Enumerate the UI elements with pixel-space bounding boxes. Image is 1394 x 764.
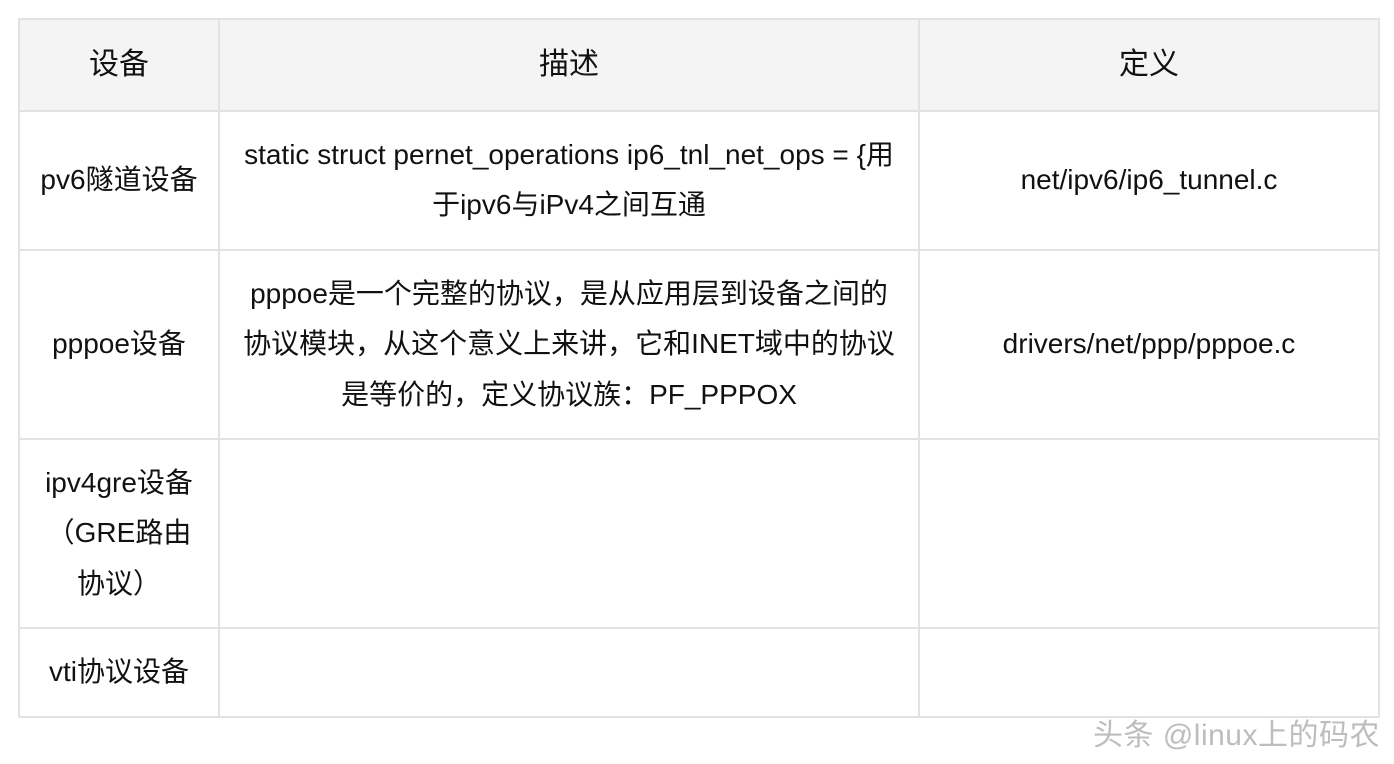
cell-description: pppoe是一个完整的协议，是从应用层到设备之间的协议模块，从这个意义上来讲，它… (219, 250, 919, 439)
cell-definition (919, 439, 1379, 628)
table-row: vti协议设备 (19, 628, 1379, 716)
header-definition: 定义 (919, 19, 1379, 111)
cell-device: pv6隧道设备 (19, 111, 219, 250)
cell-definition (919, 628, 1379, 716)
cell-definition: net/ipv6/ip6_tunnel.c (919, 111, 1379, 250)
cell-device: ipv4gre设备（GRE路由协议） (19, 439, 219, 628)
device-table: 设备 描述 定义 pv6隧道设备 static struct pernet_op… (18, 18, 1380, 718)
cell-definition: drivers/net/ppp/pppoe.c (919, 250, 1379, 439)
cell-device: pppoe设备 (19, 250, 219, 439)
table-row: pppoe设备 pppoe是一个完整的协议，是从应用层到设备之间的协议模块，从这… (19, 250, 1379, 439)
header-description: 描述 (219, 19, 919, 111)
cell-description (219, 439, 919, 628)
table-row: ipv4gre设备（GRE路由协议） (19, 439, 1379, 628)
cell-device: vti协议设备 (19, 628, 219, 716)
cell-description: static struct pernet_operations ip6_tnl_… (219, 111, 919, 250)
table-row: pv6隧道设备 static struct pernet_operations … (19, 111, 1379, 250)
table-header-row: 设备 描述 定义 (19, 19, 1379, 111)
cell-description (219, 628, 919, 716)
header-device: 设备 (19, 19, 219, 111)
